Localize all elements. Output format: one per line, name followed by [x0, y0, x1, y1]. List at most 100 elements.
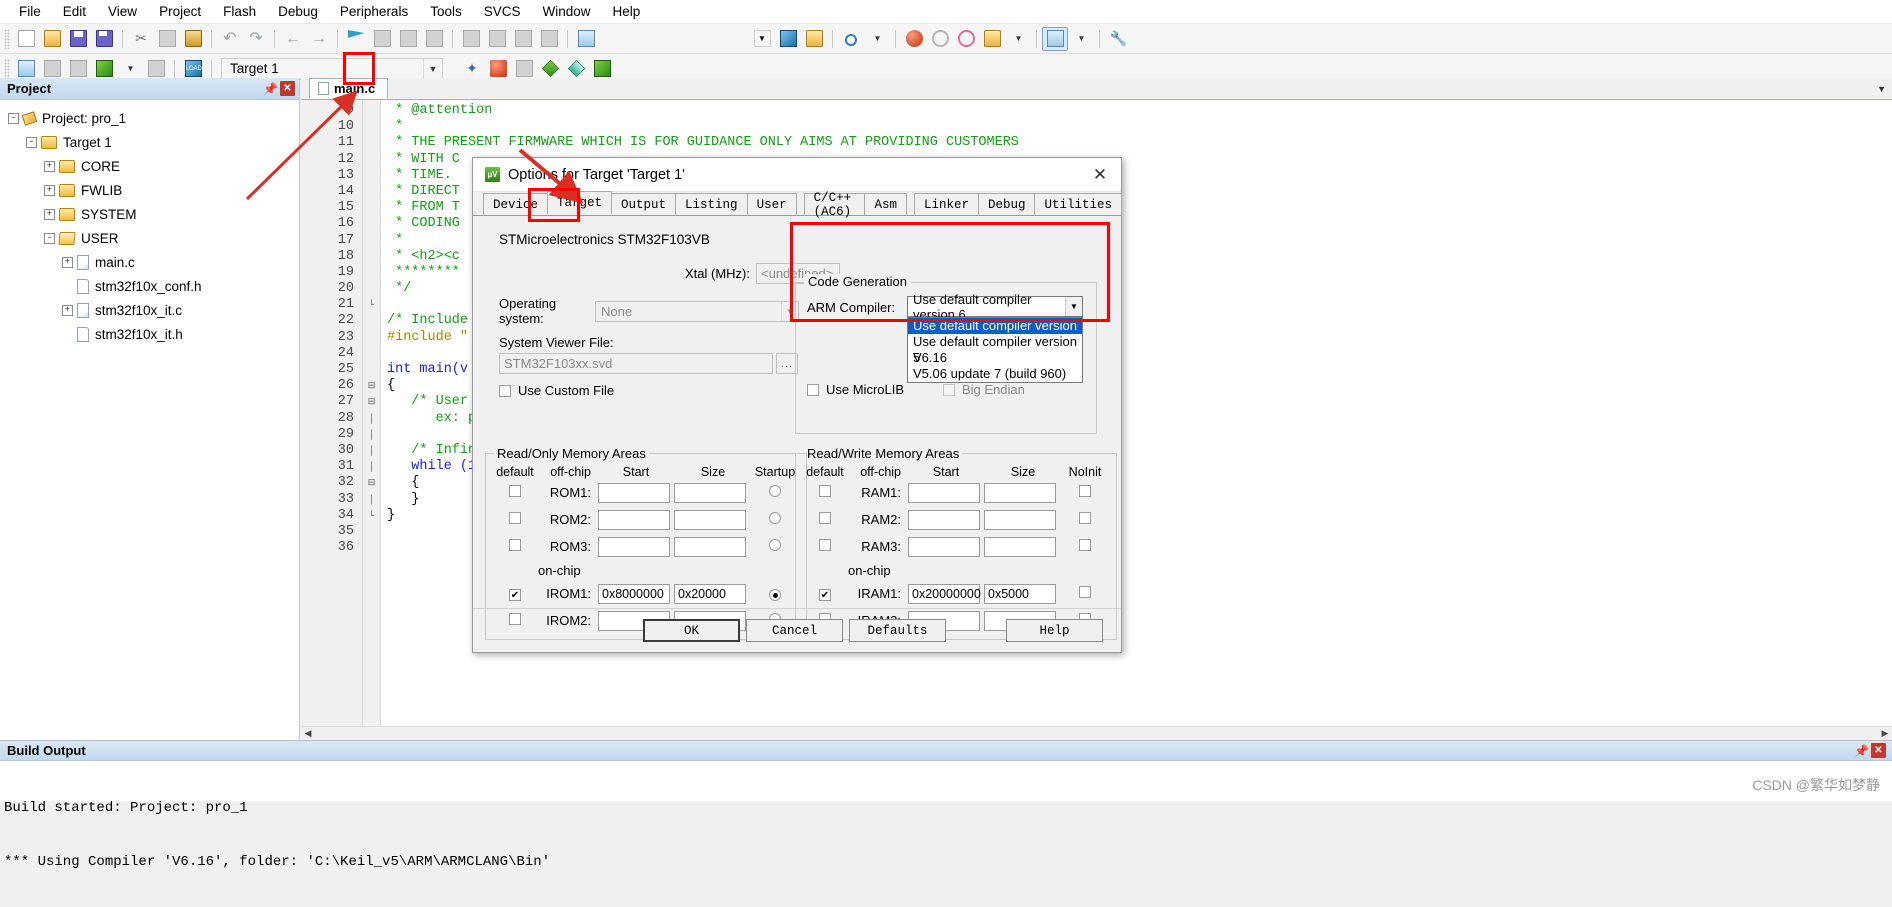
expand-icon[interactable]: +: [62, 256, 73, 268]
tab-user[interactable]: User: [746, 193, 797, 215]
tab-asm[interactable]: Asm: [864, 193, 907, 215]
noinit-checkbox[interactable]: [1079, 586, 1091, 598]
copy-button[interactable]: [154, 27, 180, 51]
tree-item-main-c[interactable]: + main.c: [0, 250, 299, 274]
noinit-checkbox[interactable]: [1079, 512, 1091, 524]
default-checkbox[interactable]: ✔: [819, 589, 831, 602]
size-input[interactable]: 0x20000: [674, 583, 746, 604]
menu-item-file[interactable]: File: [8, 1, 52, 22]
comment-button[interactable]: [510, 27, 536, 51]
uncomment-button[interactable]: [536, 27, 562, 51]
ok-button[interactable]: OK: [643, 619, 740, 642]
scroll-thumb[interactable]: [316, 727, 1877, 740]
start-input[interactable]: [908, 482, 980, 503]
bookmark-tool-button[interactable]: [801, 27, 827, 51]
editor-horizontal-scrollbar[interactable]: ◀ ▶: [301, 726, 1892, 740]
tree-item-user[interactable]: - USER: [0, 226, 299, 250]
breakpoint-button[interactable]: [927, 27, 953, 51]
default-checkbox[interactable]: [819, 539, 831, 551]
close-icon[interactable]: ✕: [280, 81, 295, 96]
tab-linker[interactable]: Linker: [913, 193, 979, 215]
tree-item-core[interactable]: + CORE: [0, 154, 299, 178]
manage-project-items-button[interactable]: [485, 57, 511, 81]
start-input[interactable]: 0x20000000: [908, 583, 981, 604]
start-input[interactable]: [598, 509, 670, 530]
toolbar-combo-button[interactable]: ▼: [749, 27, 775, 51]
expand-icon[interactable]: +: [44, 160, 55, 172]
pack-installer-button[interactable]: [563, 57, 589, 81]
navigate-back-button[interactable]: ←: [280, 27, 306, 51]
translate-dropdown-button[interactable]: ▼: [117, 57, 143, 81]
chevron-down-icon[interactable]: ▼: [1877, 84, 1886, 94]
insert-bookmark-button[interactable]: [343, 27, 369, 51]
menu-item-svcs[interactable]: SVCS: [473, 1, 532, 22]
options-for-target-dialog[interactable]: µV Options for Target 'Target 1' ✕ Devic…: [472, 157, 1122, 653]
tree-item-fwlib[interactable]: + FWLIB: [0, 178, 299, 202]
tree-item-stm32f10x-it-c[interactable]: + stm32f10x_it.c: [0, 298, 299, 322]
tab-output[interactable]: Output: [611, 193, 677, 215]
expand-icon[interactable]: +: [62, 304, 73, 316]
cut-button[interactable]: ✂: [128, 27, 154, 51]
size-input[interactable]: [674, 536, 746, 557]
multi-project-button[interactable]: [511, 57, 537, 81]
arm-compiler-option[interactable]: V5.06 update 7 (build 960): [908, 366, 1082, 382]
menu-item-help[interactable]: Help: [602, 1, 652, 22]
find-in-files-button[interactable]: [838, 27, 864, 51]
next-bookmark-button[interactable]: [395, 27, 421, 51]
help-button[interactable]: Help: [1006, 619, 1103, 642]
toolbar-grip[interactable]: [4, 58, 10, 79]
arm-compiler-option[interactable]: Use default compiler version 6: [908, 318, 1082, 349]
close-icon[interactable]: ✕: [1871, 743, 1886, 758]
menu-item-edit[interactable]: Edit: [52, 1, 97, 22]
fold-marker[interactable]: ⊟: [363, 394, 380, 410]
system-viewer-file-input[interactable]: STM32F103xx.svd: [499, 353, 773, 374]
prev-bookmark-button[interactable]: [369, 27, 395, 51]
arm-compiler-option[interactable]: V6.16: [908, 350, 1082, 366]
operating-system-select[interactable]: None ▼: [595, 300, 799, 322]
start-input[interactable]: 0x8000000: [598, 583, 670, 604]
open-window-button[interactable]: [573, 27, 599, 51]
close-icon[interactable]: ✕: [1079, 158, 1121, 191]
size-input[interactable]: [674, 509, 746, 530]
default-checkbox[interactable]: [509, 485, 521, 497]
scroll-left-arrow-icon[interactable]: ◀: [301, 728, 315, 739]
menu-item-window[interactable]: Window: [531, 1, 601, 22]
use-custom-file-checkbox[interactable]: [499, 384, 511, 397]
arm-compiler-dropdown-list[interactable]: Use default compiler version 6 Use defau…: [907, 317, 1083, 383]
size-input[interactable]: [984, 482, 1056, 503]
clear-bookmarks-button[interactable]: [421, 27, 447, 51]
code-fold-column[interactable]: └ ⊟ ⊟ │ │ │ │ ⊟ │ └: [363, 100, 381, 726]
tab-debug[interactable]: Debug: [977, 193, 1036, 215]
tab-main-c[interactable]: main.c: [309, 78, 389, 99]
start-input[interactable]: [598, 536, 670, 557]
noinit-checkbox[interactable]: [1079, 539, 1091, 551]
rebuild-all-button[interactable]: [39, 57, 65, 81]
startup-radio[interactable]: [769, 539, 781, 551]
indent-button[interactable]: [458, 27, 484, 51]
save-button[interactable]: [65, 27, 91, 51]
run-to-cursor-button[interactable]: [537, 57, 563, 81]
tree-item-stm32f10x-conf-h[interactable]: stm32f10x_conf.h: [0, 274, 299, 298]
fold-marker[interactable]: ⊟: [363, 475, 380, 491]
tree-item-system[interactable]: + SYSTEM: [0, 202, 299, 226]
stop-record-button[interactable]: [901, 27, 927, 51]
chevron-down-icon[interactable]: ▼: [423, 58, 442, 79]
download-button[interactable]: LOAD: [180, 57, 206, 81]
size-input[interactable]: [984, 509, 1056, 530]
collapse-icon[interactable]: -: [44, 232, 55, 244]
tree-item-stm32f10x-it-h[interactable]: stm32f10x_it.h: [0, 322, 299, 346]
defaults-button[interactable]: Defaults: [849, 619, 946, 642]
tree-item-target-1[interactable]: - Target 1: [0, 130, 299, 154]
cancel-button[interactable]: Cancel: [746, 619, 843, 642]
default-checkbox[interactable]: [509, 539, 521, 551]
target-select[interactable]: Target 1 ▼: [221, 57, 443, 80]
chevron-down-icon[interactable]: ▼: [1065, 297, 1082, 316]
pin-icon[interactable]: 📌: [263, 81, 278, 96]
size-input[interactable]: [674, 482, 746, 503]
paste-button[interactable]: [180, 27, 206, 51]
undo-button[interactable]: ↶: [217, 27, 243, 51]
use-microlib-checkbox[interactable]: [807, 383, 819, 396]
tab-c-cpp[interactable]: C/C++ (AC6): [803, 191, 866, 219]
find-dropdown-button[interactable]: ▼: [864, 27, 890, 51]
startup-radio[interactable]: [769, 512, 781, 524]
